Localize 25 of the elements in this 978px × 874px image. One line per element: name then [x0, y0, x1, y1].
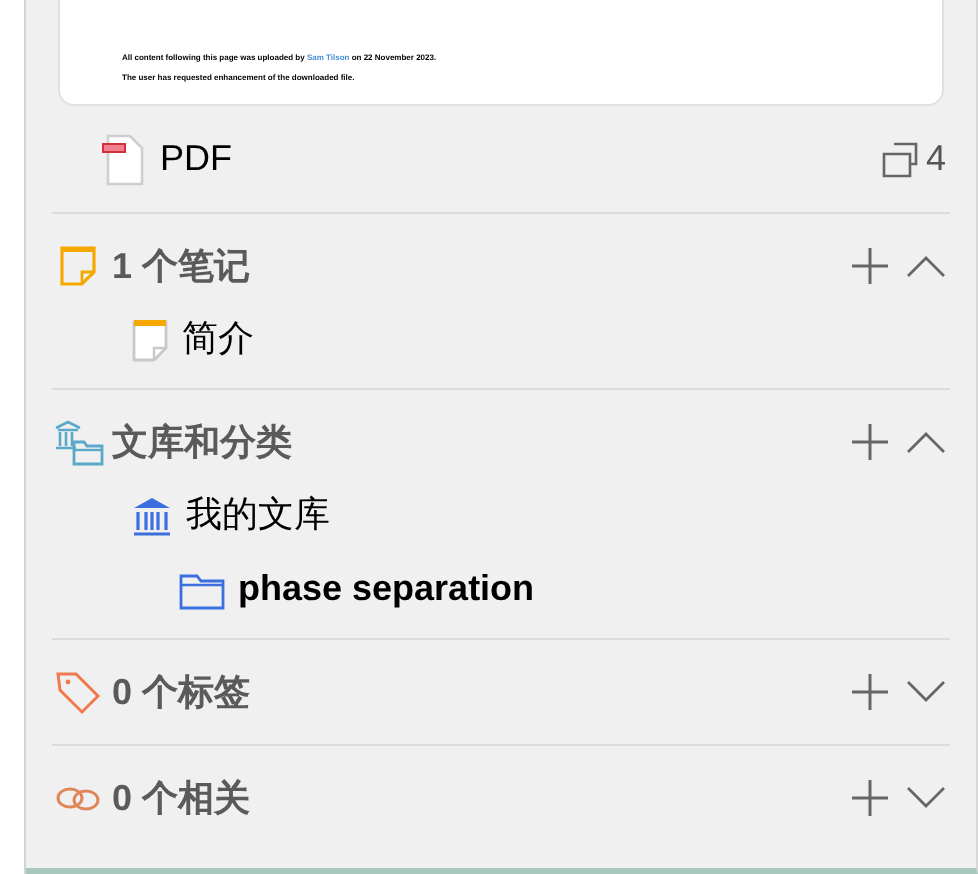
library-icon: [130, 493, 174, 537]
attachment-title[interactable]: PDF: [160, 132, 232, 186]
section-heading[interactable]: 1 个笔记: [112, 239, 251, 293]
note-icon: [130, 315, 170, 363]
add-icon[interactable]: [850, 672, 890, 712]
add-icon[interactable]: [850, 422, 890, 462]
duplicate-icon: [881, 141, 918, 177]
collapse-caret-icon[interactable]: [906, 254, 946, 278]
add-icon[interactable]: [850, 246, 890, 286]
tree-item[interactable]: phase separation: [238, 562, 535, 616]
add-icon[interactable]: [850, 778, 890, 818]
library-folder-icon: [52, 418, 104, 466]
tag-icon: [54, 668, 102, 716]
folder-icon: [178, 569, 226, 609]
expand-caret-icon[interactable]: [906, 786, 946, 810]
attachment-count: 4: [925, 136, 946, 182]
section-heading[interactable]: 文库和分类: [112, 415, 292, 469]
tree-item[interactable]: 我的文库: [186, 488, 330, 542]
section-heading[interactable]: 0 个标签: [112, 665, 251, 719]
pdf-file-icon: [102, 133, 146, 185]
section-heading[interactable]: 0 个相关: [112, 771, 251, 825]
expand-caret-icon[interactable]: [906, 680, 946, 704]
collapse-caret-icon[interactable]: [906, 430, 946, 454]
tree-item[interactable]: 简介: [182, 312, 254, 366]
note-icon: [58, 244, 98, 288]
